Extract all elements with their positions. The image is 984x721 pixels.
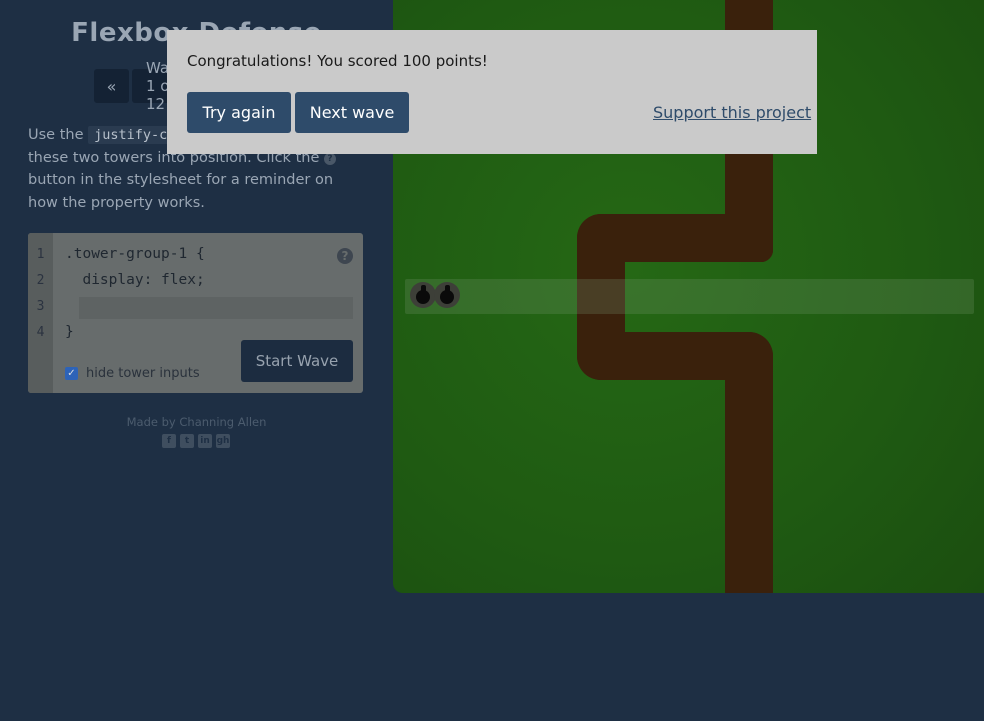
line-gutter: 1 2 3 4 [28,233,53,393]
try-again-button[interactable]: Try again [187,92,291,133]
prev-wave-button[interactable]: « [94,69,129,103]
tower-icon [434,282,460,308]
hide-inputs-toggle[interactable]: ✓ hide tower inputs [65,366,200,381]
help-icon: ? [323,152,336,165]
credit-text: Made by Channing Allen [126,415,267,429]
tower-group-lane [405,279,974,314]
github-icon[interactable]: gh [216,434,230,448]
code-line-close: } [65,324,74,340]
facebook-icon[interactable]: f [162,434,176,448]
start-wave-button[interactable]: Start Wave [241,340,353,382]
support-link[interactable]: Support this project [653,103,811,122]
line-number: 2 [36,273,45,288]
instructions-text-3: button in the stylesheet for a reminder … [28,172,334,211]
tower-icon [410,282,436,308]
line-number: 3 [36,299,45,314]
result-message: Congratulations! You scored 100 points! [187,52,488,70]
checkbox-checked-icon[interactable]: ✓ [65,367,78,380]
line-number: 1 [36,247,45,262]
hide-inputs-label: hide tower inputs [86,366,200,381]
twitter-icon[interactable]: t [180,434,194,448]
css-input[interactable] [79,297,353,319]
next-wave-button[interactable]: Next wave [295,92,409,133]
code-line-selector: .tower-group-1 { [65,246,205,262]
line-number: 4 [36,325,45,340]
instructions-text-1: Use the [28,127,89,143]
code-line-display: display: flex; [65,272,205,288]
help-icon[interactable]: ? [337,248,353,264]
social-links: f t in gh [162,434,230,448]
stylesheet-editor: 1 2 3 4 .tower-group-1 { display: flex; … [28,233,363,393]
enemy-path [725,332,773,593]
result-dialog: Congratulations! You scored 100 points! … [167,30,817,154]
linkedin-icon[interactable]: in [198,434,212,448]
